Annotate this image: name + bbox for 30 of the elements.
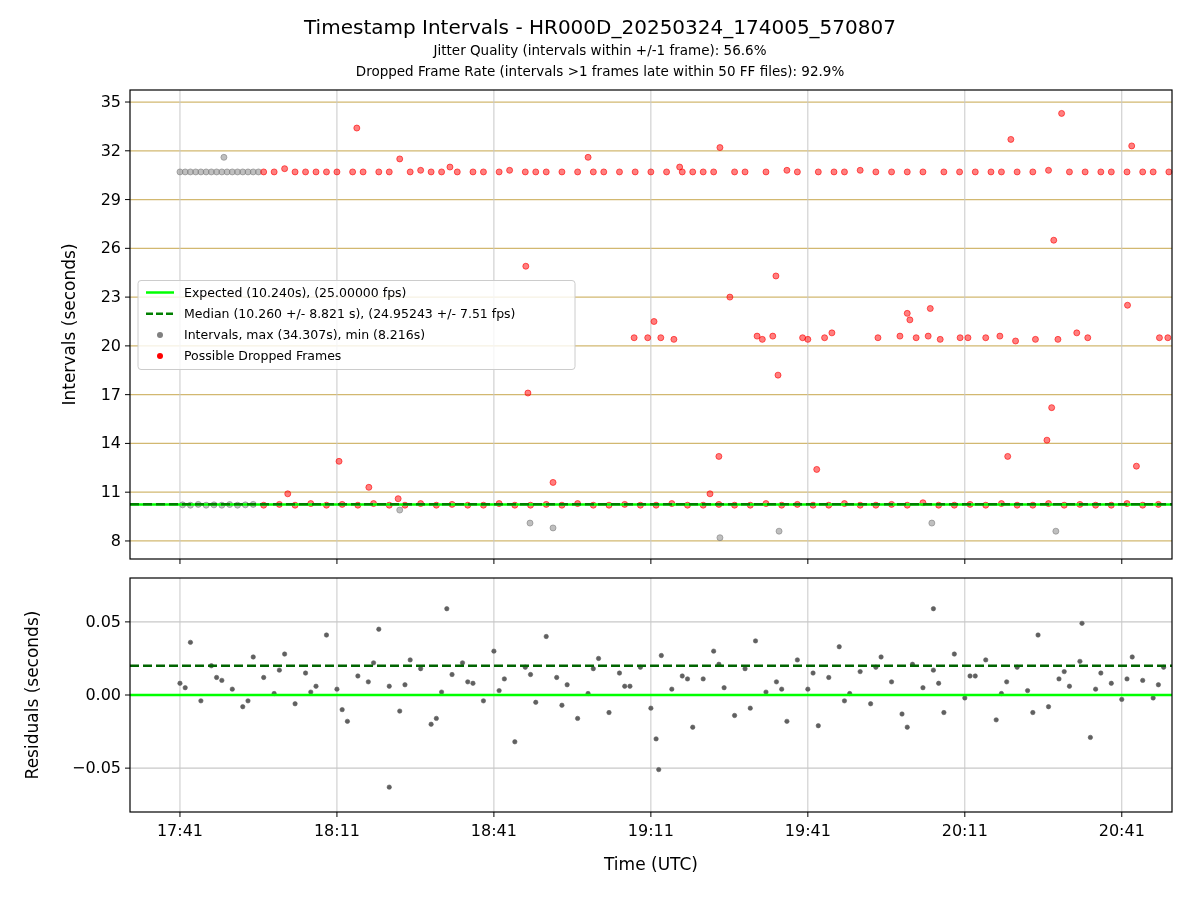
tick-label: 19:11 — [627, 821, 674, 840]
legend-label: Median (10.260 +/- 8.821 s), (24.95243 +/- 7.51 fps) — [184, 305, 516, 321]
legend-label: Intervals, max (34.307s), min (8.216s) — [184, 326, 426, 342]
legend-label: Possible Dropped Frames — [184, 348, 342, 364]
tick-label: 20:41 — [1098, 821, 1145, 840]
tick-label: 26 — [100, 238, 121, 258]
tick-label: 35 — [100, 92, 121, 112]
tick-label: 20:11 — [941, 821, 988, 840]
tick-label: 17:41 — [156, 821, 203, 840]
axis-label: Intervals (seconds) — [59, 243, 79, 406]
tick-label: −0.05 — [71, 758, 121, 778]
tick-label: 17 — [100, 384, 121, 404]
figure-title: Timestamp Intervals - HR000D_20250324_174005_570807 — [304, 14, 896, 40]
figure-subtitle: Jitter Quality (intervals within +/-1 frame): 56.6% — [433, 41, 767, 60]
tick-label: 18:41 — [470, 821, 517, 840]
tick-label: 11 — [100, 482, 121, 502]
tick-label: 18:11 — [313, 821, 360, 840]
axis-label: Time (UTC) — [604, 854, 698, 874]
legend-label: Expected (10.240s), (25.00000 fps) — [184, 284, 407, 300]
tick-label: 29 — [100, 189, 121, 209]
tick-label: 0.00 — [85, 685, 121, 704]
figure-subtitle: Dropped Frame Rate (intervals >1 frames late within 50 FF files): 92.9% — [355, 62, 845, 81]
axis-label: Residuals (seconds) — [22, 610, 42, 780]
tick-label: 20 — [100, 335, 121, 355]
tick-label: 32 — [100, 140, 121, 160]
tick-label: 23 — [100, 287, 121, 307]
tick-label: 19:41 — [784, 821, 831, 840]
tick-label: 8 — [110, 530, 121, 550]
tick-label: 0.05 — [85, 611, 121, 631]
tick-label: 14 — [100, 433, 121, 453]
